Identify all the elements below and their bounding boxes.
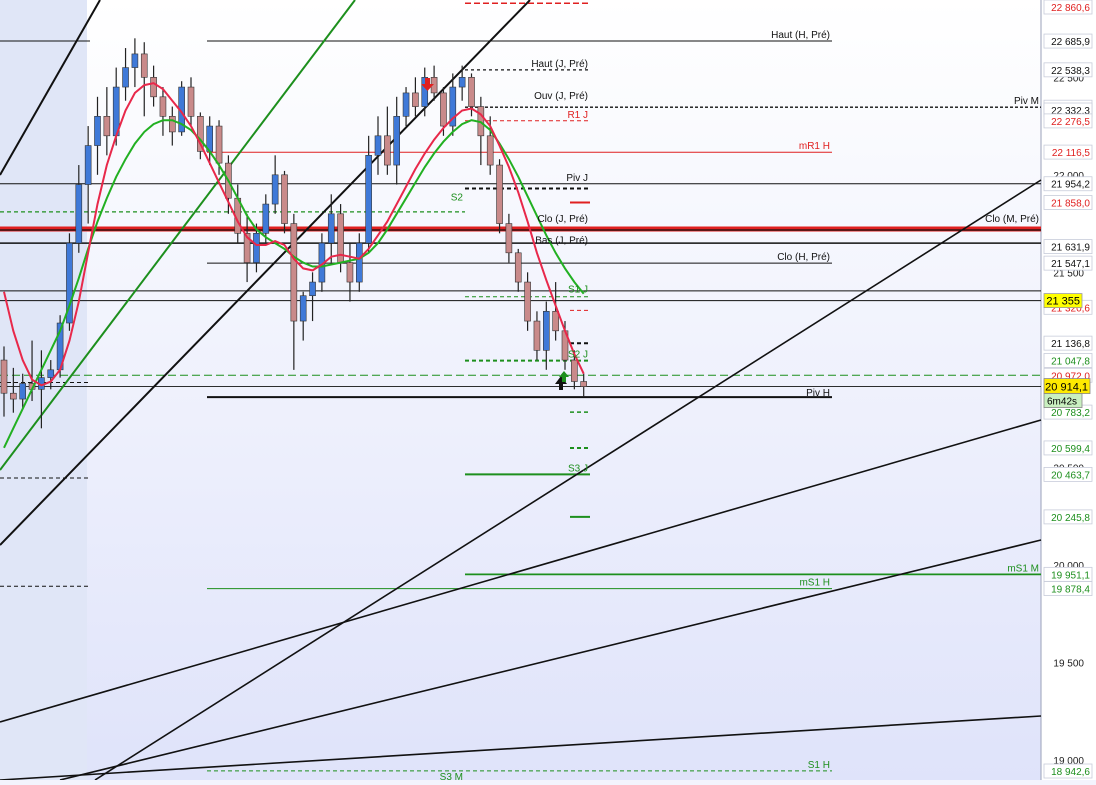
candle-down [533,320,541,351]
level-label: mS1 H [799,578,830,589]
candle-down [571,359,578,382]
price-badge-label: 22 685,9 [1051,37,1090,48]
price-badge-label: 22 276,5 [1051,117,1090,128]
countdown-label: 6m42s [1047,397,1077,408]
candle-down [496,164,503,224]
candle-down [468,77,475,107]
level-label: Ouv (J, Pré) [534,91,588,102]
price-badge-label: 20 783,2 [1051,408,1090,419]
level-label: R2 J [567,0,588,3]
level-label: Piv M [1014,96,1039,107]
candle-down [384,135,391,166]
candle-up [458,77,466,88]
level-label: mS1 M [1007,563,1039,574]
candle-down [103,116,111,137]
candle-up [84,145,92,185]
price-badge-label: 21 954,2 [1051,180,1090,191]
price-badge-label: 22 116,5 [1052,148,1091,159]
candle-up [253,233,260,263]
level-label: S3 M [440,772,463,780]
candle-down [187,86,195,117]
level-label: S2 [451,193,464,204]
candle-down [580,381,588,387]
candle-up [374,135,382,156]
candle-down [159,96,167,117]
candle-up [402,92,410,117]
candle-down [169,116,176,133]
plot-background [0,0,1041,780]
candle-down [552,311,559,332]
price-badge-label: 20 463,7 [1051,470,1090,481]
level-label: S3 J [568,463,588,474]
level-label: Clo (H, Pré) [777,252,830,263]
candle-up [299,295,307,322]
price-badge-label: 21 136,8 [1051,339,1090,350]
candle-up [393,116,401,166]
candle-down [505,223,513,254]
level-label: Piv H [806,388,830,399]
candle-up [122,67,129,88]
level-label: mR1 H [799,141,830,152]
candle-up [19,383,27,400]
candle-up [262,203,270,234]
last-price-label: 20 914,1 [1045,382,1088,394]
y-tick-label: 19 500 [1053,658,1084,669]
candle-up [355,242,363,283]
chart-root[interactable]: R2 J Haut (H, Pré) Haut (J, Pré) Ouv (J, Pr… [0,0,1096,785]
price-badge-label: 19 951,1 [1051,570,1090,581]
candle-down [10,392,17,400]
price-badge-label: 22 538,3 [1051,66,1090,77]
level-label: S1 J [568,285,588,296]
price-badge-label: 20 245,8 [1051,513,1090,524]
price-badge-label: 19 878,4 [1051,585,1090,596]
candle-up [131,53,139,68]
level-label: S1 H [808,760,830,771]
candle-down [290,223,298,322]
candle-down [486,135,494,166]
candle-up [271,174,279,205]
candle-up [94,116,101,146]
level-label: Clo (J, Pré) [537,214,588,225]
candle-down [281,174,288,224]
candle-up [327,213,335,244]
current-price-label: 21 355 [1046,296,1080,308]
candle-up [309,281,316,297]
candle-up [75,184,83,244]
level-label: R1 J [567,110,588,121]
level-label: Haut (J, Pré) [531,59,588,70]
candle-down [215,125,223,164]
level-label: S2 J [568,350,588,361]
candle-up [365,155,372,244]
candle-down [412,92,419,107]
candle-down [440,92,447,127]
price-badge-label: 21 858,0 [1051,199,1090,210]
level-label: Clo (M, Pré) [985,214,1039,225]
candle-down [514,252,522,283]
candle-down [0,359,8,394]
price-badge-label: 18 942,6 [1051,767,1090,778]
price-badge-label: 21 547,1 [1051,259,1090,270]
candle-down [140,53,148,78]
price-badge-label: 21 047,8 [1051,356,1090,367]
candle-down [524,281,531,322]
level-label: Haut (H, Pré) [771,30,830,41]
candle-down [346,262,354,283]
trading-chart[interactable]: R2 J Haut (H, Pré) Haut (J, Pré) Ouv (J, Pr… [0,0,1096,785]
level-label: Piv J [566,173,588,184]
candle-down [150,77,157,98]
candle-up [542,311,550,351]
price-badge-label: 21 631,9 [1051,243,1090,254]
price-badge-label: 20 599,4 [1051,444,1090,455]
level-label: Bas (J, Pré) [535,236,588,247]
price-badge-label: 22 860,6 [1051,3,1090,14]
candle-up [47,369,55,378]
